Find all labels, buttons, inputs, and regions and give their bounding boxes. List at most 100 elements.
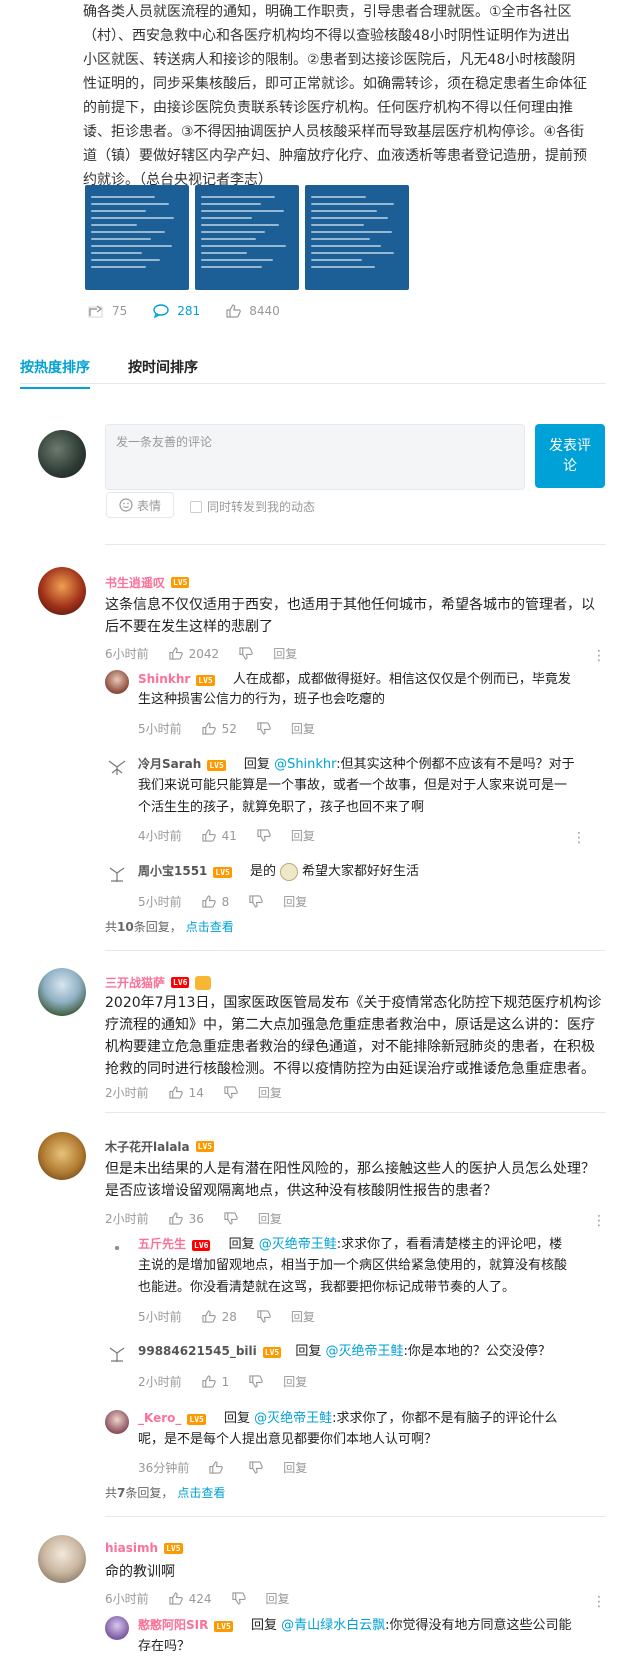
mention-link[interactable]: @灭绝帝王鲑 [326, 1344, 404, 1359]
avatar[interactable] [105, 1342, 129, 1366]
mention-link[interactable]: @灭绝帝王鲑 [259, 1237, 337, 1252]
avatar[interactable] [38, 1132, 86, 1180]
dislike-button[interactable] [239, 647, 253, 660]
post-image-thumbnail[interactable] [85, 185, 189, 290]
comment-username[interactable]: hiasimh LV5 [105, 1541, 183, 1555]
forward-button[interactable]: 75 [88, 304, 127, 318]
avatar[interactable] [105, 755, 129, 779]
reply-button[interactable]: 回复 [273, 645, 297, 662]
like-button[interactable] [209, 1461, 229, 1474]
more-options-icon[interactable]: ⋮ [592, 1595, 606, 1609]
comment-username[interactable]: 三开战猫萨 LV6 [105, 974, 212, 991]
reply-username[interactable]: 五斤先生 [138, 1237, 186, 1251]
like-button[interactable]: 1 [202, 1375, 229, 1389]
post-image-thumbnail[interactable] [305, 185, 409, 290]
reply-text: 周小宝1551 LV5 是的 希望大家都好好生活 [138, 860, 419, 883]
mention-link[interactable]: @Shinkhr [274, 757, 336, 772]
reply-line: 人在成都，成都做得挺好。相信这仅仅是个例而已，毕竟发 [232, 672, 571, 687]
reply-username[interactable]: 冷月Sarah [138, 757, 201, 771]
reply-button[interactable]: 回复 [258, 1210, 282, 1227]
like-button[interactable]: 8 [202, 895, 229, 909]
comment-meta: 2小时前 14 回复 [105, 1084, 282, 1101]
username-text[interactable]: 木子花开lalala [105, 1138, 190, 1155]
reply-meta: 2小时前 1 回复 [138, 1373, 307, 1390]
reply-username[interactable]: 憨憨阿阳SIR [138, 1618, 208, 1632]
level-badge: LV5 [187, 1414, 206, 1425]
dislike-button[interactable] [224, 1212, 238, 1225]
count-prefix: 共 [105, 920, 118, 934]
reply-line: :求求你了，你都不是有脑子的评论什么 [332, 1411, 558, 1426]
like-button[interactable]: 36 [169, 1212, 204, 1226]
comment-username[interactable]: 书生逍遥叹 LV5 [105, 574, 190, 591]
reply-button[interactable]: 回复 [266, 1590, 290, 1607]
view-more-replies-link[interactable]: 点击查看 [186, 920, 234, 934]
reply-button[interactable]: 回复 [283, 1373, 307, 1390]
dislike-button[interactable] [249, 1375, 264, 1388]
like-button[interactable]: 41 [202, 829, 237, 843]
like-button[interactable]: 424 [169, 1592, 212, 1606]
dislike-button[interactable] [257, 722, 271, 735]
reply-username[interactable]: _Kero_ [138, 1411, 181, 1425]
avatar[interactable] [105, 1410, 129, 1434]
dislike-button[interactable] [257, 829, 271, 842]
dislike-button[interactable] [249, 895, 264, 908]
reply-button[interactable]: 回复 [258, 1084, 282, 1101]
username-text[interactable]: 书生逍遥叹 [105, 574, 165, 591]
dislike-button[interactable] [231, 1592, 246, 1605]
reply-word: 回复 [223, 1411, 250, 1426]
username-text[interactable]: 三开战猫萨 [105, 974, 165, 991]
my-avatar[interactable] [38, 430, 86, 478]
reply-button[interactable]: 回复 [291, 1308, 315, 1325]
forward-checkbox[interactable] [190, 500, 202, 513]
reply-count: 共7条回复， 点击查看 [105, 1484, 225, 1501]
reply-button[interactable]: 回复 [291, 827, 315, 844]
comment-username[interactable]: 木子花开lalala LV5 [105, 1138, 215, 1155]
like-button[interactable]: 2042 [169, 647, 219, 661]
dislike-button[interactable] [257, 1310, 271, 1323]
level-badge: LV5 [171, 577, 190, 588]
reply-username[interactable]: 周小宝1551 [138, 864, 207, 878]
like-button[interactable]: 28 [202, 1310, 237, 1324]
avatar[interactable] [105, 1236, 129, 1260]
comment-button[interactable]: 281 [153, 304, 200, 318]
reply-line: :但其实这种个例都不应该有不是吗？对于 [336, 757, 575, 772]
count-prefix: 共 [105, 1486, 118, 1500]
avatar[interactable] [105, 670, 129, 694]
dislike-button[interactable] [224, 1086, 238, 1099]
reply-line: 是的 [250, 864, 277, 879]
sort-tabs: 按热度排序 按时间排序 [20, 357, 236, 389]
more-options-icon[interactable]: ⋮ [592, 1214, 606, 1228]
reply-button[interactable]: 回复 [291, 720, 315, 737]
comment-input[interactable]: 发一条友善的评论 [105, 424, 525, 490]
emoji-button[interactable]: 表情 [106, 492, 174, 518]
post-image-thumbnail[interactable] [195, 185, 299, 290]
avatar[interactable] [38, 1535, 86, 1583]
thumbs-down-icon [231, 1592, 246, 1605]
avatar[interactable] [38, 968, 86, 1016]
reply-button[interactable]: 回复 [283, 893, 307, 910]
more-options-icon[interactable]: ⋮ [572, 831, 586, 845]
reply-time: 5小时前 [138, 722, 182, 736]
like-button[interactable]: 52 [202, 722, 237, 736]
reply-button[interactable]: 回复 [283, 1459, 307, 1476]
count-suffix: 条回复， [133, 920, 182, 934]
dislike-button[interactable] [249, 1461, 264, 1474]
like-button[interactable]: 8440 [226, 304, 280, 318]
tab-sort-by-time[interactable]: 按时间排序 [128, 357, 198, 389]
like-count: 41 [221, 828, 237, 843]
send-comment-button[interactable]: 发表评论 [535, 424, 605, 488]
mention-link[interactable]: @灭绝帝王鲑 [254, 1411, 332, 1426]
mention-link[interactable]: @青山绿水白云飘 [281, 1618, 385, 1633]
reply-line: 生这种损害公信力的行为，班子也会吃瘪的 [138, 692, 386, 707]
avatar[interactable] [105, 862, 129, 886]
view-more-replies-link[interactable]: 点击查看 [177, 1486, 225, 1500]
like-button[interactable]: 14 [169, 1086, 204, 1100]
reply-username[interactable]: 99884621545_bili [138, 1344, 257, 1358]
forward-to-feed-option[interactable]: 同时转发到我的动态 [190, 498, 315, 515]
avatar[interactable] [38, 567, 86, 615]
avatar[interactable] [105, 1616, 129, 1640]
tab-sort-by-hot[interactable]: 按热度排序 [20, 357, 90, 389]
username-text[interactable]: hiasimh [105, 1541, 158, 1555]
reply-username[interactable]: Shinkhr [138, 672, 190, 686]
more-options-icon[interactable]: ⋮ [592, 649, 606, 663]
